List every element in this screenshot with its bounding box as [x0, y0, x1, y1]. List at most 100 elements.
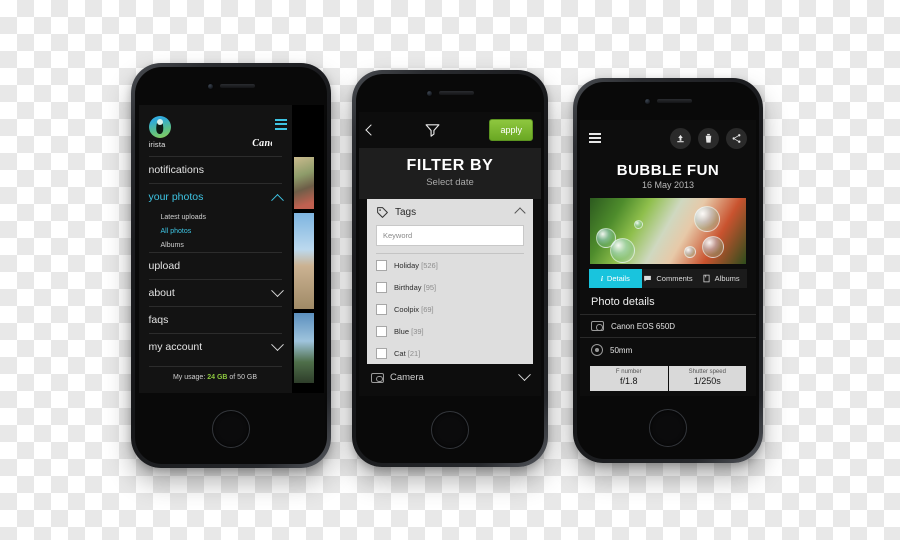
tag-option-blue[interactable]: Blue [39]: [367, 320, 533, 342]
earpiece-speaker: [438, 91, 474, 95]
photo-thumbnail[interactable]: [293, 313, 314, 383]
tab-details[interactable]: i Details: [589, 269, 642, 288]
tag-option-coolpix[interactable]: Coolpix [69]: [367, 298, 533, 320]
menu-item-label: notifications: [148, 164, 204, 176]
exif-table: F number f/1.8 Shutter speed 1/250s: [590, 366, 746, 391]
camera-filter-section[interactable]: Camera: [359, 364, 541, 391]
tag-option-birthday[interactable]: Birthday [95]: [367, 276, 533, 298]
phone-3-top-bezel: [577, 82, 759, 120]
download-icon[interactable]: [670, 127, 691, 149]
checkbox[interactable]: [376, 281, 387, 293]
home-button[interactable]: [212, 409, 250, 448]
hamburger-icon[interactable]: [589, 132, 601, 144]
trash-icon[interactable]: [698, 127, 719, 149]
menu-item-label: your photos: [148, 191, 204, 203]
checkbox[interactable]: [376, 303, 387, 315]
menu-list: notifications your photos Latest uploads…: [139, 156, 292, 381]
apply-button[interactable]: apply: [489, 119, 533, 141]
phone-2-top-bezel: [356, 74, 544, 112]
checkbox[interactable]: [376, 325, 387, 337]
photo-title-block: BUBBLE FUN 16 May 2013: [580, 156, 756, 195]
tags-section-header[interactable]: Tags: [367, 199, 533, 225]
menu-item-upload[interactable]: upload: [148, 252, 282, 279]
photo-title: BUBBLE FUN: [616, 162, 720, 179]
camera-icon: [371, 372, 384, 383]
tag-icon: [377, 207, 388, 218]
filter-toolbar: apply: [359, 112, 541, 148]
phone-1-body: irista Canon notifications your photos L…: [135, 67, 327, 464]
menu-item-about[interactable]: about: [148, 279, 284, 306]
tag-option-label: Cat [21]: [394, 348, 421, 358]
checkbox[interactable]: [376, 259, 387, 271]
keyword-input[interactable]: Keyword: [376, 225, 524, 246]
detail-row-lens: 50mm: [580, 337, 756, 362]
menu-item-label: about: [148, 287, 175, 299]
submenu-item-all-photos[interactable]: All photos: [149, 224, 282, 238]
exif-value: 1/250s: [693, 376, 721, 386]
front-camera-icon: [207, 83, 213, 89]
earpiece-speaker: [656, 99, 692, 103]
exif-cell-shutter: Shutter speed 1/250s: [668, 366, 746, 391]
page-subtitle[interactable]: Select date: [359, 177, 541, 188]
menu-item-your-photos[interactable]: your photos: [148, 183, 284, 210]
menu-item-label: upload: [148, 260, 181, 272]
menu-item-label: faqs: [148, 314, 169, 326]
photo-detail-tabs: i Details Comments Albums: [589, 269, 748, 288]
exif-cell-fnumber: F number f/1.8: [590, 366, 668, 391]
chevron-down-icon: [270, 283, 284, 297]
exif-key: Shutter speed: [688, 369, 726, 375]
share-icon[interactable]: [726, 127, 747, 149]
tag-option-holiday[interactable]: Holiday [526]: [367, 254, 533, 276]
bubble-decoration: [634, 220, 643, 229]
exif-key: F number: [615, 369, 642, 375]
camera-body-icon: [591, 321, 604, 331]
checkbox[interactable]: [376, 347, 387, 359]
storage-usage-text: My usage: 24 GB of 50 GB: [148, 366, 282, 381]
menu-header: irista Canon: [139, 105, 292, 156]
detail-value: Canon EOS 650D: [611, 321, 676, 331]
home-button[interactable]: [649, 408, 687, 447]
detail-row-camera: Canon EOS 650D: [580, 314, 756, 337]
usage-value: 24 GB: [207, 374, 228, 381]
phone-mockup-menu: irista Canon notifications your photos L…: [131, 63, 331, 468]
chevron-down-icon: [518, 368, 531, 382]
home-button[interactable]: [431, 410, 469, 449]
menu-toggle-button[interactable]: [271, 105, 292, 150]
chevron-up-icon: [514, 206, 526, 219]
bubble-decoration: [702, 236, 724, 258]
photo-strip-preview: [291, 105, 324, 393]
tag-option-cat[interactable]: Cat [21]: [367, 342, 533, 364]
funnel-icon[interactable]: [424, 122, 441, 139]
photo-preview[interactable]: [590, 198, 746, 264]
usage-suffix: of 50 GB: [227, 374, 258, 381]
tab-label: Albums: [714, 274, 740, 283]
photo-thumbnail[interactable]: [293, 157, 314, 209]
album-icon: [703, 274, 710, 283]
photo-thumbnail[interactable]: [293, 213, 314, 309]
photo-action-buttons: [670, 127, 747, 149]
tab-albums[interactable]: Albums: [694, 269, 748, 288]
filter-heading-block: FILTER BY Select date: [359, 148, 541, 199]
page-title: FILTER BY: [406, 157, 494, 174]
phone-mockup-filter: apply FILTER BY Select date Tags Keyword…: [352, 70, 548, 467]
menu-item-faqs[interactable]: faqs: [148, 306, 282, 333]
bubble-decoration: [610, 238, 635, 263]
phone-2-screen: apply FILTER BY Select date Tags Keyword…: [359, 112, 541, 396]
tags-filter-card: Tags Keyword Holiday [526] Birthday [95]: [367, 199, 533, 364]
front-camera-icon: [426, 90, 432, 96]
bubble-decoration: [694, 206, 720, 232]
tab-label: Details: [606, 274, 630, 283]
tags-section-label: Tags: [395, 207, 417, 218]
menu-item-notifications[interactable]: notifications: [148, 156, 282, 183]
submenu-item-latest-uploads[interactable]: Latest uploads: [149, 210, 282, 224]
chevron-up-icon: [270, 193, 284, 207]
menu-item-label: my account: [148, 341, 203, 353]
back-chevron-icon[interactable]: [365, 124, 377, 136]
tag-option-label: Holiday [526]: [394, 260, 438, 270]
submenu-item-albums[interactable]: Albums: [149, 238, 282, 252]
earpiece-speaker: [219, 84, 255, 88]
tab-comments[interactable]: Comments: [641, 269, 695, 288]
menu-item-my-account[interactable]: my account: [148, 333, 284, 360]
photo-toolbar: [580, 120, 756, 156]
irista-logo-icon: [148, 116, 171, 138]
